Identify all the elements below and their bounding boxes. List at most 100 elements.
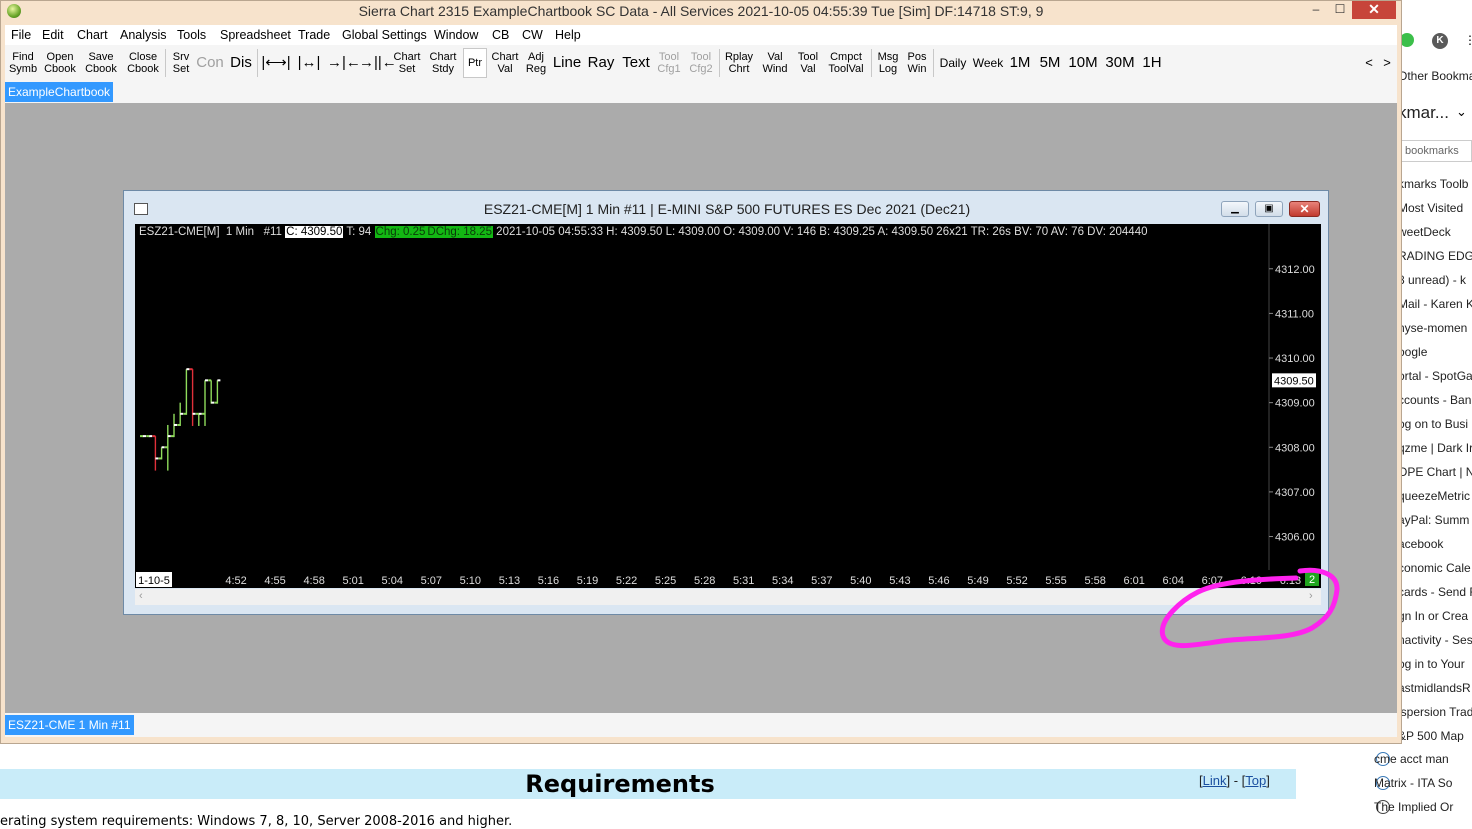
- link-link[interactable]: Link: [1203, 773, 1227, 788]
- chart-studies-button[interactable]: Chart Stdy: [426, 48, 460, 78]
- bookmark-item[interactable]: og on to Busi: [1398, 417, 1468, 431]
- bookmark-item[interactable]: Mail - Karen Ka: [1398, 297, 1472, 311]
- bookmark-item[interactable]: og in to Your: [1398, 657, 1465, 671]
- bookmarks-search-box[interactable]: bookmarks: [1398, 140, 1472, 162]
- expand-bars-icon[interactable]: →|←: [327, 48, 361, 78]
- price-chart[interactable]: 4306.00 4307.00 4308.00 4309.00 4310.00 4311.…: [135, 224, 1321, 588]
- menu-icon[interactable]: ⋮: [1464, 33, 1472, 49]
- 5m-timeframe-button[interactable]: 5M: [1036, 48, 1064, 78]
- bookmark-item[interactable]: The Implied Or: [1374, 800, 1453, 814]
- chart-minimize-button[interactable]: ▁: [1221, 201, 1249, 217]
- bookmark-item[interactable]: cme acct man: [1374, 752, 1449, 766]
- bookmark-item[interactable]: ccounts - Ban: [1398, 393, 1471, 407]
- message-log-button[interactable]: Msg Log: [874, 48, 902, 78]
- menu-analysis[interactable]: Analysis: [120, 28, 167, 42]
- menu-help[interactable]: Help: [555, 28, 581, 42]
- bookmark-item[interactable]: queezeMetric: [1398, 489, 1470, 503]
- bookmark-item[interactable]: weetDeck: [1398, 225, 1451, 239]
- bookmark-item[interactable]: conomic Cale: [1398, 561, 1471, 575]
- zoom-in-horizontal-icon[interactable]: |↔|: [294, 48, 324, 78]
- maximize-button[interactable]: ☐: [1327, 1, 1353, 19]
- connect-button[interactable]: Con: [195, 48, 225, 78]
- bookmark-item[interactable]: OPE Chart | N: [1398, 465, 1472, 479]
- daily-timeframe-button[interactable]: Daily: [936, 48, 970, 78]
- bookmark-item[interactable]: ispersion Trad: [1398, 705, 1472, 719]
- adjust-region-button[interactable]: Adj Reg: [523, 48, 549, 78]
- chart-values-button[interactable]: Chart Val: [489, 48, 521, 78]
- bookmark-item[interactable]: kmarks Toolb: [1398, 177, 1468, 191]
- tab-esz21-chart[interactable]: ESZ21-CME 1 Min #11: [5, 715, 134, 735]
- menu-cb[interactable]: CB: [492, 28, 509, 42]
- tool-config2-button[interactable]: Tool Cfg2: [687, 48, 715, 78]
- menu-spreadsheet[interactable]: Spreadsheet: [220, 28, 291, 42]
- 30m-timeframe-button[interactable]: 30M: [1102, 48, 1138, 78]
- bookmark-item[interactable]: nyse-momen: [1398, 321, 1467, 335]
- 10m-timeframe-button[interactable]: 10M: [1066, 48, 1100, 78]
- chevron-down-icon[interactable]: ⌄: [1456, 104, 1467, 120]
- profile-avatar[interactable]: K: [1432, 33, 1448, 49]
- scroll-right-icon[interactable]: ›: [1309, 590, 1313, 602]
- extension-icon[interactable]: [1400, 33, 1414, 47]
- bookmark-item[interactable]: Most Visited: [1398, 201, 1463, 215]
- mdi-workspace: ESZ21-CME[M] 1 Min #11 | E-MINI S&P 500 …: [5, 103, 1397, 713]
- menu-tools[interactable]: Tools: [177, 28, 206, 42]
- text-tool-button[interactable]: Text: [618, 48, 654, 78]
- bookmark-item[interactable]: 8 unread) - k: [1398, 273, 1466, 287]
- zoom-out-horizontal-icon[interactable]: |⟷|: [261, 48, 291, 78]
- bookmark-item[interactable]: nactivity - Ses: [1398, 633, 1472, 647]
- 1m-timeframe-button[interactable]: 1M: [1006, 48, 1034, 78]
- bookmark-item[interactable]: ayPal: Summ: [1398, 513, 1469, 527]
- ray-tool-button[interactable]: Ray: [585, 48, 617, 78]
- server-settings-button[interactable]: Srv Set: [168, 48, 194, 78]
- find-symbol-button[interactable]: Find Symb: [6, 48, 40, 78]
- toolbar-separator: [871, 49, 872, 77]
- toolbar-scroll-left-button[interactable]: <: [1361, 48, 1377, 78]
- pointer-tool-button[interactable]: Ptr: [463, 48, 487, 78]
- compress-bars-icon[interactable]: →||←: [359, 48, 397, 78]
- top-link[interactable]: Top: [1245, 773, 1266, 788]
- chart-maximize-button[interactable]: ▣: [1255, 201, 1283, 217]
- chart-area[interactable]: 4306.00 4307.00 4308.00 4309.00 4310.00 4311.…: [135, 224, 1321, 588]
- line-tool-button[interactable]: Line: [551, 48, 583, 78]
- minimize-button[interactable]: –: [1303, 1, 1329, 19]
- values-window-button[interactable]: Val Wind: [758, 48, 792, 78]
- tab-examplechartbook[interactable]: ExampleChartbook: [5, 82, 114, 102]
- chart-settings-button[interactable]: Chart Set: [390, 48, 424, 78]
- disconnect-button[interactable]: Dis: [227, 48, 255, 78]
- tool-values-button[interactable]: Tool Val: [794, 48, 822, 78]
- close-button[interactable]: ✕: [1352, 1, 1396, 19]
- menu-bar: File Edit Chart Analysis Tools Spreadshe…: [5, 25, 1397, 45]
- toolbar-scroll-right-button[interactable]: >: [1379, 48, 1395, 78]
- chart-horizontal-scrollbar[interactable]: ‹ ›: [135, 589, 1321, 605]
- bookmark-item[interactable]: oogle: [1398, 345, 1427, 359]
- bookmark-item[interactable]: acebook: [1398, 537, 1443, 551]
- menu-file[interactable]: File: [11, 28, 31, 42]
- tool-config1-button[interactable]: Tool Cfg1: [655, 48, 683, 78]
- open-chartbook-button[interactable]: Open Cbook: [41, 48, 79, 78]
- bookmark-item[interactable]: astmidlandsR: [1398, 681, 1471, 695]
- menu-chart[interactable]: Chart: [77, 28, 108, 42]
- position-window-button[interactable]: Pos Win: [904, 48, 930, 78]
- chart-close-button[interactable]: ✕: [1289, 201, 1320, 217]
- 1h-timeframe-button[interactable]: 1H: [1140, 48, 1164, 78]
- title-bar[interactable]: Sierra Chart 2315 ExampleChartbook SC Da…: [1, 1, 1401, 23]
- bookmark-item[interactable]: qzme | Dark Ir: [1398, 441, 1472, 455]
- bookmark-item[interactable]: gn In or Crea: [1398, 609, 1468, 623]
- save-chartbook-button[interactable]: Save Cbook: [82, 48, 120, 78]
- weekly-timeframe-button[interactable]: Week: [972, 48, 1004, 78]
- menu-window[interactable]: Window: [434, 28, 478, 42]
- menu-global-settings[interactable]: Global Settings: [342, 28, 427, 42]
- bookmark-item[interactable]: RADING EDGE: [1398, 249, 1472, 263]
- bookmark-item[interactable]: Matrix - ITA So: [1374, 776, 1452, 790]
- scroll-left-icon[interactable]: ‹: [139, 590, 143, 602]
- bookmark-item[interactable]: &P 500 Map: [1398, 729, 1464, 743]
- menu-trade[interactable]: Trade: [298, 28, 330, 42]
- bookmark-item[interactable]: cards - Send F: [1398, 585, 1472, 599]
- menu-edit[interactable]: Edit: [42, 28, 64, 42]
- compact-tool-values-button[interactable]: Cmpct ToolVal: [824, 48, 868, 78]
- menu-cw[interactable]: CW: [522, 28, 543, 42]
- other-bookmarks[interactable]: Other Bookmarks: [1398, 69, 1472, 83]
- bookmark-item[interactable]: ortal - SpotGa: [1398, 369, 1472, 383]
- replay-chart-button[interactable]: Rplay Chrt: [722, 48, 756, 78]
- close-chartbook-button[interactable]: Close Cbook: [124, 48, 162, 78]
